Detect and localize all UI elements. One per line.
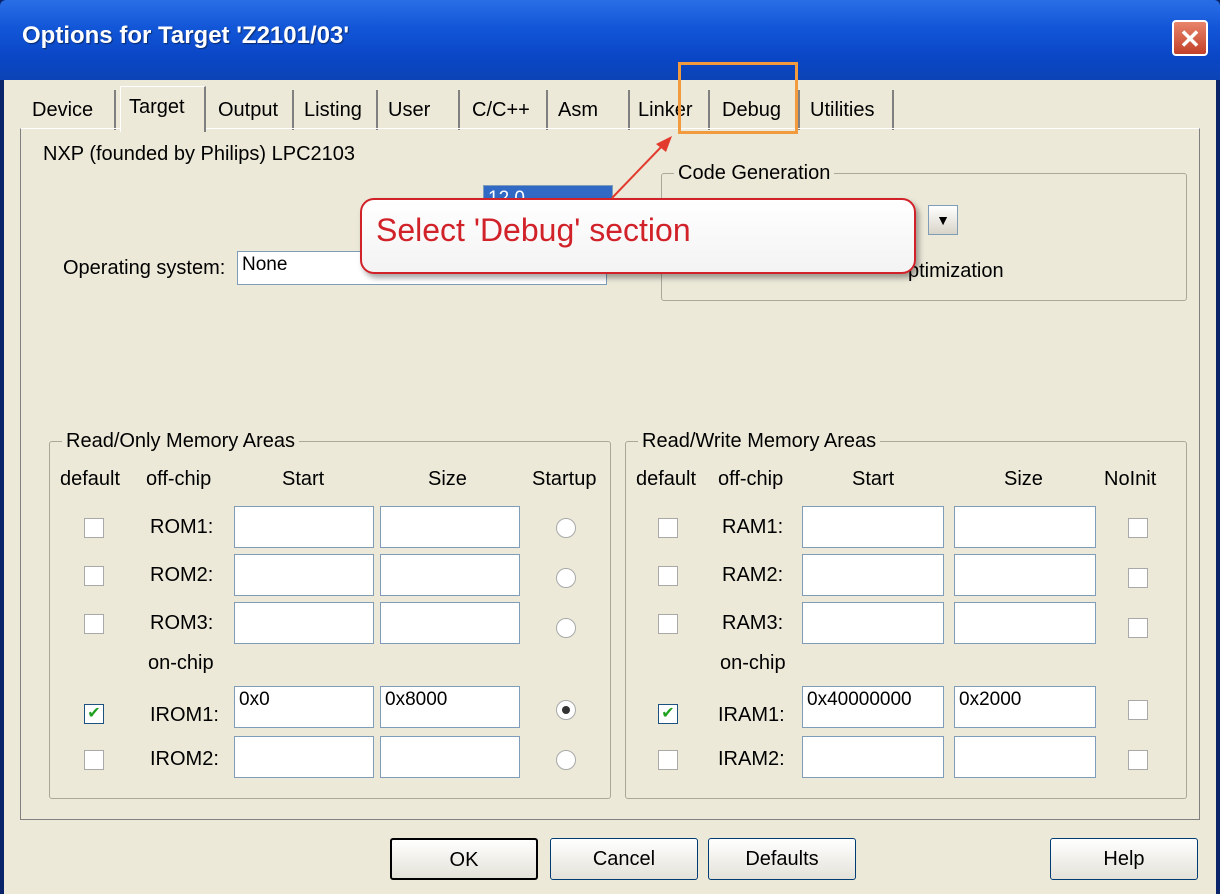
callout-arrow (611, 136, 672, 199)
options-dialog: Options for Target 'Z2101/03' ✕ Device T… (0, 0, 1220, 894)
